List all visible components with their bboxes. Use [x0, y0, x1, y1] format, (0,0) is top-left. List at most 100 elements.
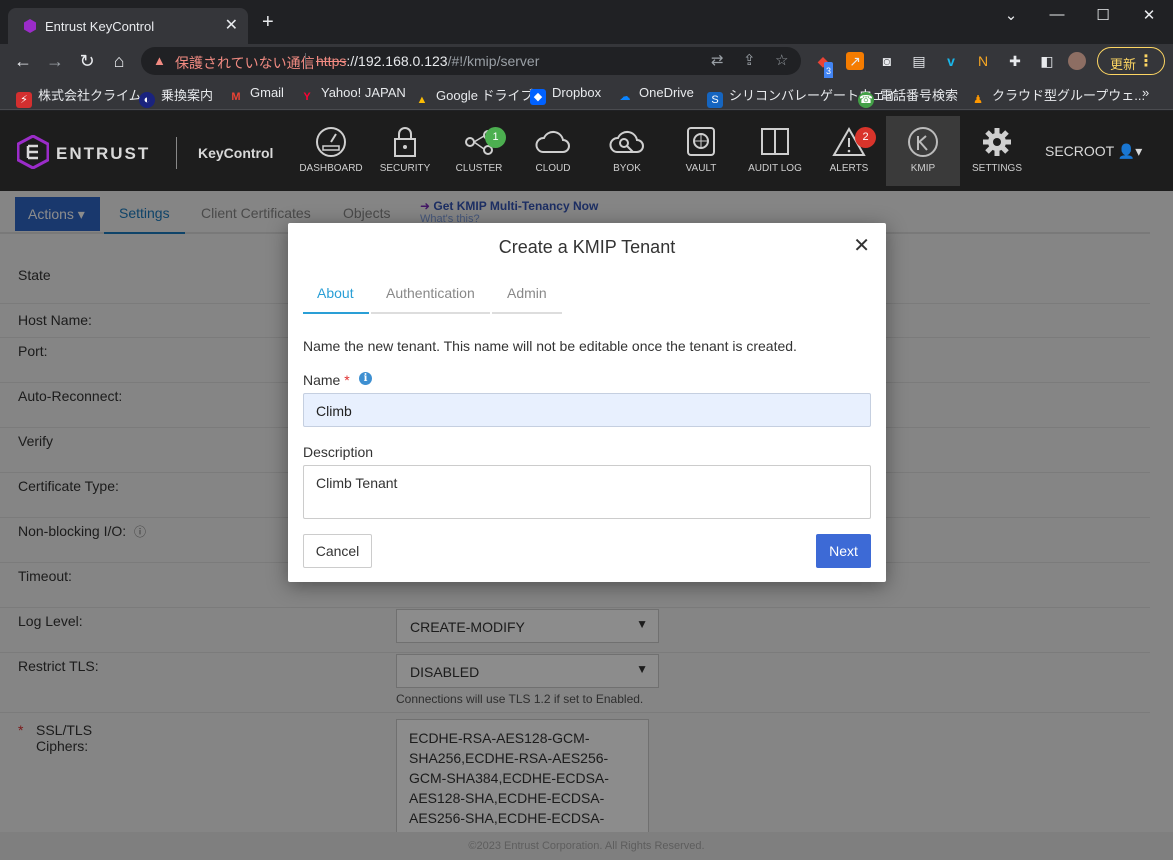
back-arrow-icon[interactable]: ← [12, 50, 34, 72]
browser-toolbar: ← → ↻ ⌂ ▲ 保護されていない通信 https://192.168.0.1… [0, 44, 1173, 80]
puzzle-icon[interactable]: ✚ [1006, 52, 1024, 70]
tab-underline [371, 312, 490, 314]
printer-icon[interactable]: ▤ [910, 52, 928, 70]
nav-label: SETTINGS [971, 163, 1022, 174]
nav-label: DASHBOARD [299, 163, 363, 174]
analytics-extension-icon[interactable]: ↗ [846, 52, 864, 70]
dashboard-icon [316, 127, 346, 157]
close-tab-icon[interactable]: ✕ [225, 15, 238, 35]
sidebar-icon[interactable]: ◧ [1038, 52, 1056, 70]
description-label: Description [303, 444, 374, 460]
bookmark-item[interactable]: Y Yahoo! JAPAN [299, 85, 405, 105]
nav-alerts[interactable]: 2 ALERTS [812, 116, 886, 186]
bookmark-item[interactable]: ◆ Dropbox [530, 85, 601, 105]
cloud-icon [535, 130, 570, 153]
name-label: Name * [303, 372, 350, 388]
tab-title: Entrust KeyControl [45, 19, 155, 34]
nav-vault[interactable]: VAULT [664, 116, 738, 186]
info-icon[interactable]: i [359, 372, 372, 385]
bookmark-item[interactable]: ▲ Google ドライブ [414, 85, 534, 108]
alerts-badge: 2 [855, 127, 876, 148]
cloud-key-icon [609, 130, 644, 153]
tab-about[interactable]: About [317, 285, 354, 301]
extension-n-icon[interactable]: N [974, 52, 992, 70]
nav-audit-log[interactable]: AUDIT LOG [738, 116, 812, 186]
gear-icon [983, 128, 1011, 156]
next-button[interactable]: Next [816, 534, 871, 568]
close-icon[interactable]: ✕ [853, 233, 870, 258]
browser-tab[interactable]: Entrust KeyControl ✕ [8, 8, 248, 44]
bookmarks-bar: ⚡ 株式会社クライム ◐ 乗換案内 M Gmail Y Yahoo! JAPAN ▲ Go… [0, 78, 1173, 110]
browser-tabstrip: Entrust KeyControl ✕ + ⌄ — ☐ ✕ [0, 0, 1173, 44]
security-warning[interactable]: 保護されていない通信 [175, 53, 315, 73]
nav-settings[interactable]: SETTINGS [960, 116, 1034, 186]
google-drive-icon: ▲ [416, 94, 428, 106]
bookmark-item[interactable]: ☎ 電話番号検索 [858, 85, 958, 108]
translate-icon[interactable]: ⇄ [711, 51, 724, 69]
entrust-logo-icon [17, 135, 49, 169]
vimeo-icon[interactable]: v [942, 52, 960, 70]
tenant-description-textarea[interactable]: Climb Tenant [303, 465, 871, 519]
dropbox-icon: ◆ [530, 89, 546, 105]
divider [305, 53, 306, 69]
onedrive-icon: ☁ [619, 91, 631, 103]
nav-byok[interactable]: BYOK [590, 116, 664, 186]
minimize-icon[interactable]: — [1034, 6, 1080, 23]
dialog-description: Name the new tenant. This name will not … [303, 338, 797, 354]
forward-arrow-icon[interactable]: → [44, 50, 66, 72]
url-text[interactable]: https://192.168.0.123/#!/kmip/server [316, 53, 539, 69]
product-name: KeyControl [198, 145, 274, 161]
gmail-icon: M [231, 91, 241, 103]
brand-name: ENTRUST [56, 144, 151, 163]
address-bar[interactable]: ▲ 保護されていない通信 https://192.168.0.123/#!/km… [141, 47, 801, 75]
active-tab-indicator [303, 312, 369, 314]
chevron-down-icon[interactable]: ⌄ [988, 6, 1034, 24]
divider [176, 137, 177, 169]
user-menu[interactable]: SECROOT 👤▾ [1045, 143, 1142, 160]
nav-label: SECURITY [379, 163, 431, 174]
nav-label: VAULT [685, 163, 717, 174]
kmip-icon [908, 127, 938, 157]
cluster-badge: 1 [485, 127, 506, 148]
warning-icon[interactable]: ▲ [153, 53, 166, 68]
bookmark-item[interactable]: M Gmail [228, 85, 284, 105]
book-icon [761, 128, 789, 155]
create-tenant-dialog: Create a KMIP Tenant ✕ About Authenticat… [288, 223, 886, 582]
bookmark-item[interactable]: ⚡ 株式会社クライム [16, 85, 142, 108]
tab-authentication[interactable]: Authentication [386, 285, 475, 301]
camera-icon[interactable]: ◙ [878, 52, 896, 70]
vault-icon [687, 127, 715, 156]
profile-avatar[interactable] [1068, 52, 1086, 70]
nav-kmip[interactable]: KMIP [886, 116, 960, 186]
maximize-icon[interactable]: ☐ [1080, 6, 1126, 24]
cancel-button[interactable]: Cancel [303, 534, 372, 568]
nav-label: AUDIT LOG [748, 163, 802, 174]
bookmark-item[interactable]: ♟ クラウド型グループウェ... [970, 85, 1145, 108]
bookmarks-overflow-icon[interactable]: » [1142, 85, 1149, 100]
reload-icon[interactable]: ↻ [76, 50, 98, 72]
bookmark-favicon-icon: S [707, 92, 723, 108]
nav-label: ALERTS [829, 163, 869, 174]
tenant-name-input[interactable]: Climb [303, 393, 871, 427]
nav-cloud[interactable]: CLOUD [516, 116, 590, 186]
phone-icon: ☎ [858, 92, 874, 108]
bookmark-item[interactable]: ◐ 乗換案内 [139, 85, 213, 108]
yahoo-icon: Y [303, 91, 311, 103]
star-icon[interactable]: ☆ [775, 51, 788, 69]
extension-icon[interactable]: ◆ 3 [814, 52, 834, 80]
user-icon: 👤▾ [1117, 143, 1143, 159]
new-tab-button[interactable]: + [262, 12, 274, 32]
home-icon[interactable]: ⌂ [108, 50, 130, 72]
lock-icon [394, 127, 416, 157]
tab-admin[interactable]: Admin [507, 285, 547, 301]
update-button[interactable]: 更新 ⋮ [1097, 47, 1165, 75]
nav-label: KMIP [910, 163, 936, 174]
app-header: ENTRUST KeyControl DASHBOARD SECURITY 1 … [0, 111, 1173, 191]
nav-dashboard[interactable]: DASHBOARD [294, 116, 368, 186]
bookmark-favicon-icon: ♟ [973, 94, 983, 106]
nav-security[interactable]: SECURITY [368, 116, 442, 186]
nav-cluster[interactable]: 1 CLUSTER [442, 116, 516, 186]
close-window-icon[interactable]: ✕ [1126, 6, 1172, 24]
share-icon[interactable]: ⇪ [743, 51, 756, 69]
bookmark-item[interactable]: ☁ OneDrive [617, 85, 694, 105]
